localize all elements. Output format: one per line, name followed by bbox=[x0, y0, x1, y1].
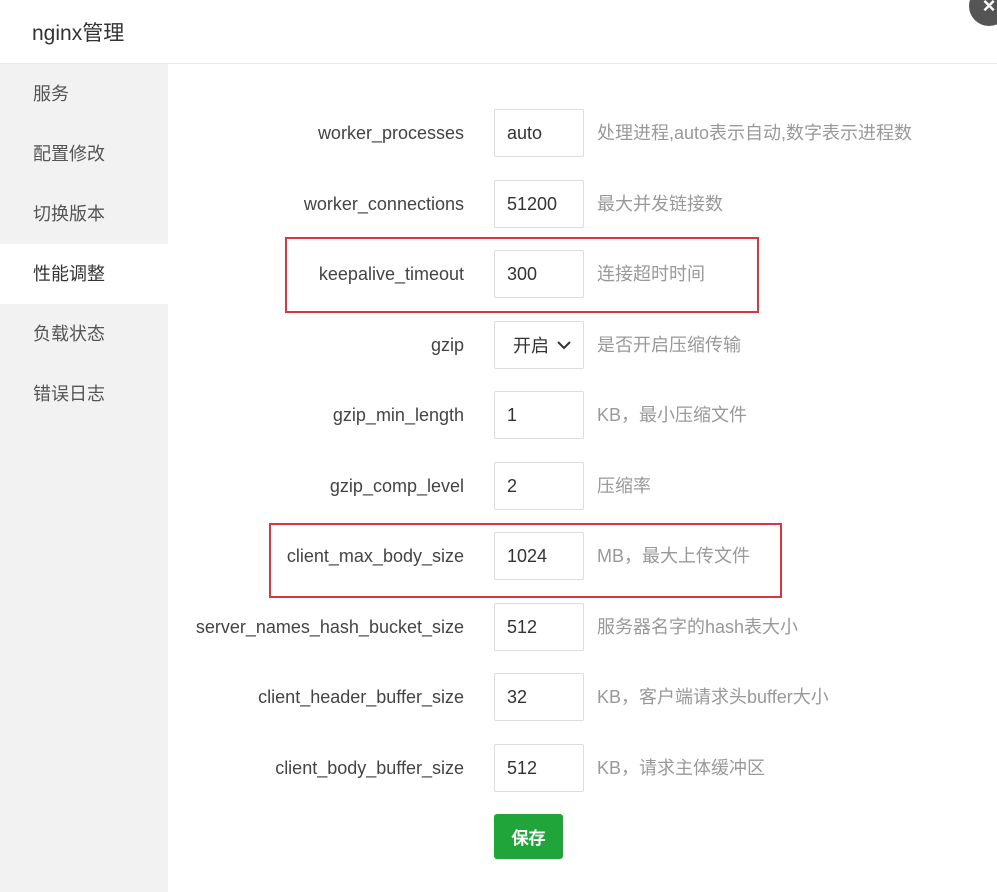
form-row-worker-connections: worker_connections 最大并发链接数 bbox=[168, 180, 997, 228]
field-label: client_body_buffer_size bbox=[275, 758, 464, 778]
field-hint: MB，最大上传文件 bbox=[597, 546, 750, 566]
worker-connections-input[interactable] bbox=[494, 180, 584, 228]
field-label: client_header_buffer_size bbox=[258, 687, 464, 707]
form-row-gzip: gzip 开启 是否开启压缩传输 bbox=[168, 321, 997, 369]
sidebar: 服务 配置修改 切换版本 性能调整 负载状态 错误日志 bbox=[0, 64, 168, 892]
worker-processes-input[interactable] bbox=[494, 109, 584, 157]
gzip-comp-level-input[interactable] bbox=[494, 462, 584, 510]
field-hint: KB，请求主体缓冲区 bbox=[597, 758, 766, 778]
dialog-title: nginx管理 bbox=[0, 0, 997, 64]
field-label: worker_connections bbox=[303, 194, 464, 214]
sidebar-item-switch-version[interactable]: 切换版本 bbox=[0, 184, 168, 244]
sidebar-item-load-status[interactable]: 负载状态 bbox=[0, 304, 168, 364]
sidebar-item-performance[interactable]: 性能调整 bbox=[0, 244, 168, 304]
form-row-worker-processes: worker_processes 处理进程,auto表示自动,数字表示进程数 bbox=[168, 109, 997, 157]
form-row-client-header-buffer-size: client_header_buffer_size KB，客户端请求头buffe… bbox=[168, 673, 997, 721]
performance-form: worker_processes 处理进程,auto表示自动,数字表示进程数 w… bbox=[168, 64, 997, 892]
field-label: worker_processes bbox=[317, 123, 464, 143]
field-label: client_max_body_size bbox=[286, 546, 464, 566]
save-button[interactable]: 保存 bbox=[494, 814, 563, 859]
field-label: gzip bbox=[430, 335, 464, 355]
form-row-server-names-hash-bucket-size: server_names_hash_bucket_size 服务器名字的hash… bbox=[168, 603, 997, 651]
client-header-buffer-size-input[interactable] bbox=[494, 673, 584, 721]
gzip-selected-value: 开启 bbox=[513, 336, 549, 356]
form-row-gzip-comp-level: gzip_comp_level 压缩率 bbox=[168, 462, 997, 510]
client-body-buffer-size-input[interactable] bbox=[494, 744, 584, 792]
field-label: gzip_comp_level bbox=[329, 476, 464, 496]
form-row-client-body-buffer-size: client_body_buffer_size KB，请求主体缓冲区 bbox=[168, 744, 997, 792]
chevron-down-icon bbox=[557, 341, 571, 350]
field-hint: 压缩率 bbox=[597, 476, 651, 496]
field-hint: KB，客户端请求头buffer大小 bbox=[597, 687, 829, 707]
field-hint: 服务器名字的hash表大小 bbox=[597, 617, 799, 637]
gzip-min-length-input[interactable] bbox=[494, 391, 584, 439]
gzip-select[interactable]: 开启 bbox=[494, 321, 584, 369]
field-hint: 连接超时时间 bbox=[597, 264, 705, 284]
field-label: server_names_hash_bucket_size bbox=[195, 617, 464, 637]
field-hint: KB，最小压缩文件 bbox=[597, 405, 748, 425]
client-max-body-size-input[interactable] bbox=[494, 532, 584, 580]
field-label: keepalive_timeout bbox=[318, 264, 464, 284]
server-names-hash-bucket-size-input[interactable] bbox=[494, 603, 584, 651]
sidebar-item-service[interactable]: 服务 bbox=[0, 64, 168, 124]
form-row-keepalive-timeout: keepalive_timeout 连接超时时间 bbox=[168, 250, 997, 298]
form-row-client-max-body-size: client_max_body_size MB，最大上传文件 bbox=[168, 532, 997, 580]
field-hint: 最大并发链接数 bbox=[597, 194, 723, 214]
field-hint: 处理进程,auto表示自动,数字表示进程数 bbox=[597, 123, 913, 143]
nginx-dialog: nginx管理 服务 配置修改 切换版本 性能调整 负载状态 错误日志 work… bbox=[0, 0, 997, 892]
field-label: gzip_min_length bbox=[332, 405, 464, 425]
sidebar-item-error-log[interactable]: 错误日志 bbox=[0, 364, 168, 424]
form-row-gzip-min-length: gzip_min_length KB，最小压缩文件 bbox=[168, 391, 997, 439]
field-hint: 是否开启压缩传输 bbox=[597, 335, 741, 355]
keepalive-timeout-input[interactable] bbox=[494, 250, 584, 298]
sidebar-item-config-edit[interactable]: 配置修改 bbox=[0, 124, 168, 184]
